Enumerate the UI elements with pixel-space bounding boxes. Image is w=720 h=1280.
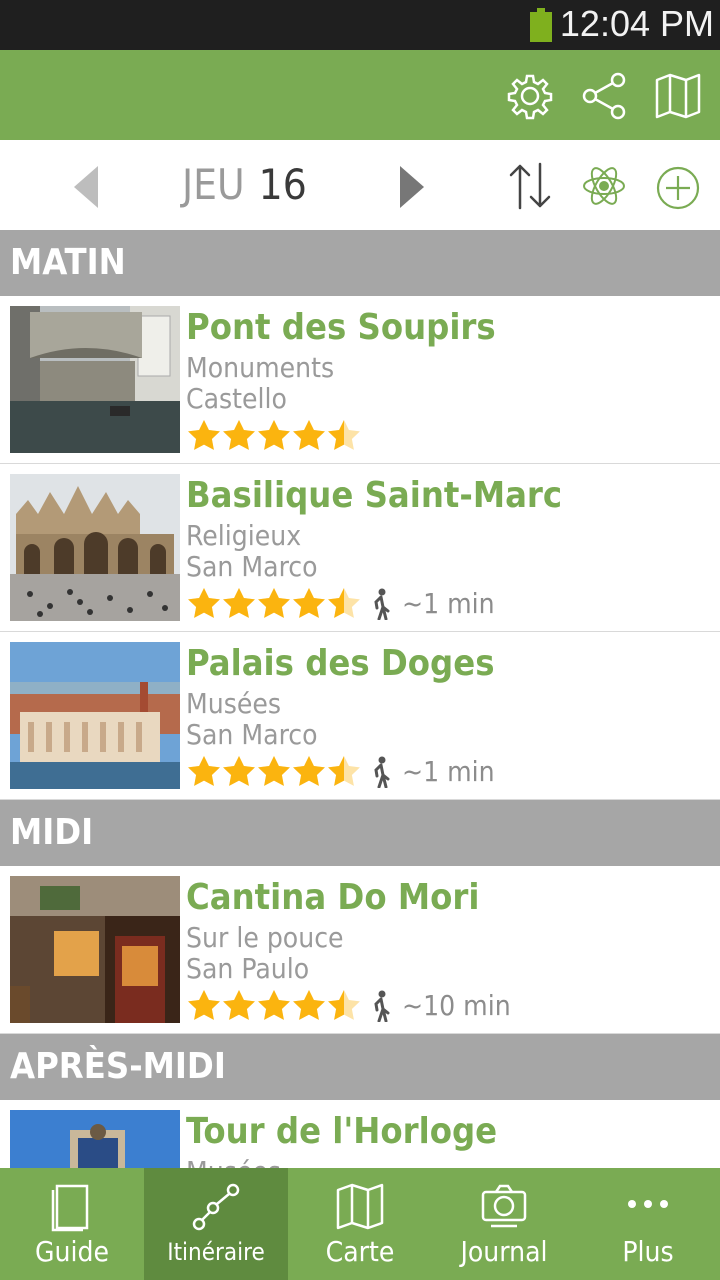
- rating-stars: [188, 588, 360, 618]
- item-photo: [10, 876, 180, 1023]
- add-icon[interactable]: [656, 166, 700, 210]
- star: [293, 990, 325, 1020]
- item-title: Cantina Do Mori: [186, 877, 480, 918]
- star: [328, 990, 360, 1020]
- item-category: Musées: [186, 1156, 281, 1169]
- star: [188, 420, 220, 450]
- item-area: San Marco: [186, 718, 318, 751]
- share-icon[interactable]: [580, 72, 628, 120]
- day-label: JEU 16: [182, 161, 307, 209]
- star: [188, 588, 220, 618]
- walking-icon: [374, 990, 390, 1022]
- day-weekday: JEU: [182, 160, 245, 209]
- star: [258, 756, 290, 786]
- section-header: APRÈS-MIDI: [0, 1034, 720, 1100]
- item-area: Castello: [186, 382, 287, 415]
- item-area: San Marco: [186, 550, 318, 583]
- item-photo: [10, 306, 180, 453]
- previous-day-button[interactable]: [74, 166, 98, 208]
- tab-label: Journal: [460, 1235, 548, 1268]
- star: [223, 588, 255, 618]
- item-category: Religieux: [186, 519, 302, 552]
- list-item[interactable]: Cantina Do Mori Sur le pouce San Paulo ~…: [0, 866, 720, 1034]
- item-title: Pont des Soupirs: [186, 307, 496, 348]
- star: [188, 990, 220, 1020]
- map-icon: [336, 1183, 384, 1230]
- next-day-button[interactable]: [400, 166, 424, 208]
- star: [223, 990, 255, 1020]
- tab-journal[interactable]: Journal: [432, 1168, 576, 1280]
- walk-time: ~1 min: [402, 755, 495, 788]
- day-navigation: JEU 16: [0, 140, 720, 230]
- item-title: Tour de l'Horloge: [186, 1111, 498, 1152]
- star: [258, 420, 290, 450]
- app-bar: [0, 50, 720, 140]
- star: [328, 588, 360, 618]
- item-photo: [10, 642, 180, 789]
- route-icon: [192, 1183, 240, 1231]
- tab-label: Itinéraire: [167, 1238, 265, 1266]
- rating-stars: [188, 990, 360, 1020]
- bottom-tab-bar: Guide Itinéraire Carte Journal Plus: [0, 1168, 720, 1280]
- tab-label: Guide: [35, 1235, 109, 1268]
- star: [258, 588, 290, 618]
- item-category: Sur le pouce: [186, 921, 344, 954]
- rating-stars: [188, 756, 360, 786]
- battery-icon: [530, 8, 552, 42]
- section-header: MIDI: [0, 800, 720, 866]
- star: [328, 756, 360, 786]
- star: [223, 420, 255, 450]
- item-category: Monuments: [186, 351, 335, 384]
- rating-stars: [188, 420, 360, 450]
- item-photo: [10, 474, 180, 621]
- map-icon[interactable]: [654, 72, 702, 120]
- star: [293, 756, 325, 786]
- walk-time: ~1 min: [402, 587, 495, 620]
- item-title: Basilique Saint-Marc: [186, 475, 563, 516]
- list-item[interactable]: Basilique Saint-Marc Religieux San Marco…: [0, 464, 720, 632]
- day-date: 16: [258, 160, 307, 209]
- section-header: MATIN: [0, 230, 720, 296]
- star: [223, 756, 255, 786]
- book-icon: [51, 1184, 89, 1232]
- list-item[interactable]: Palais des Doges Musées San Marco ~1 min: [0, 632, 720, 800]
- item-photo: [10, 1110, 180, 1168]
- star: [258, 990, 290, 1020]
- tab-plus[interactable]: Plus: [576, 1168, 720, 1280]
- tab-itineraire[interactable]: Itinéraire: [144, 1168, 288, 1280]
- star: [188, 756, 220, 786]
- atom-icon[interactable]: [582, 164, 626, 208]
- tab-label: Plus: [622, 1235, 674, 1268]
- tab-guide[interactable]: Guide: [0, 1168, 144, 1280]
- tab-label: Carte: [325, 1235, 395, 1268]
- list-item[interactable]: Tour de l'Horloge Musées: [0, 1100, 720, 1168]
- tab-carte[interactable]: Carte: [288, 1168, 432, 1280]
- star: [293, 588, 325, 618]
- item-area: San Paulo: [186, 952, 310, 985]
- walking-icon: [374, 588, 390, 620]
- walk-time: ~10 min: [402, 989, 511, 1022]
- item-category: Musées: [186, 687, 281, 720]
- status-bar: 12:04 PM: [0, 0, 720, 50]
- star: [328, 420, 360, 450]
- list-item[interactable]: Pont des Soupirs Monuments Castello: [0, 296, 720, 464]
- status-time: 12:04 PM: [559, 3, 714, 44]
- more-icon: [628, 1200, 668, 1208]
- settings-icon[interactable]: [506, 72, 554, 120]
- itinerary-list[interactable]: MATIN Pont des Soupirs Monuments Castell…: [0, 230, 720, 1168]
- item-title: Palais des Doges: [186, 643, 495, 684]
- sort-icon[interactable]: [506, 162, 554, 210]
- star: [293, 420, 325, 450]
- camera-icon: [481, 1184, 527, 1228]
- walking-icon: [374, 756, 390, 788]
